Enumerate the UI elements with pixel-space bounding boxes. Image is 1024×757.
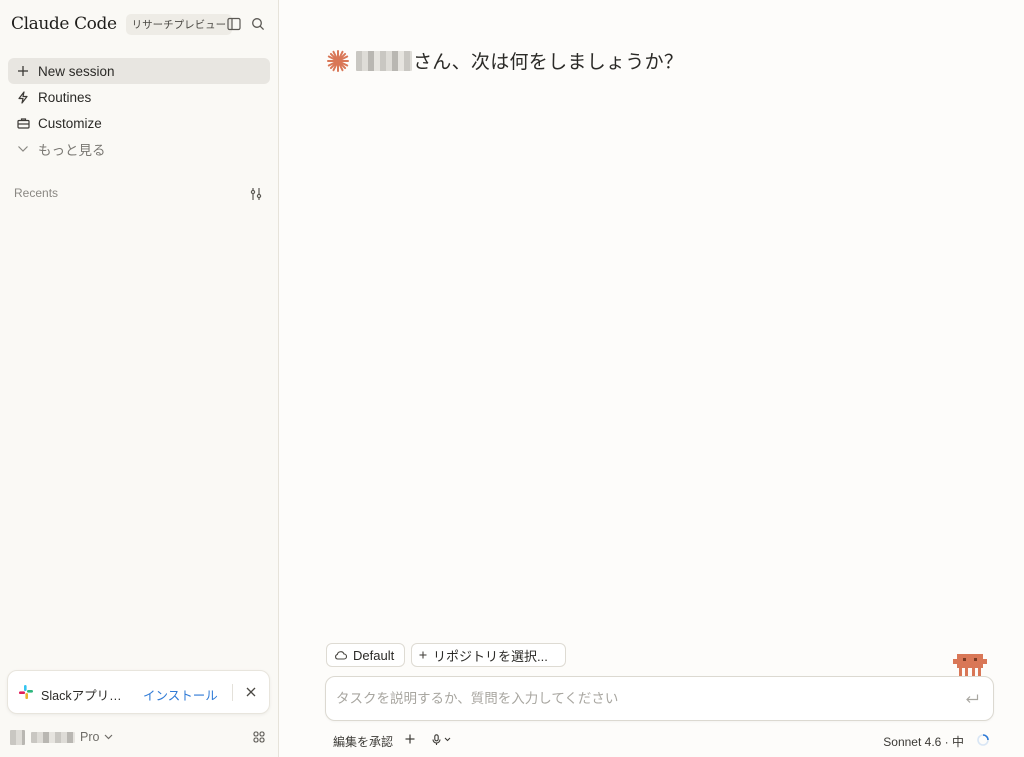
app-title: Claude Code bbox=[11, 14, 117, 34]
recents-heading: Recents bbox=[14, 186, 59, 200]
chevron-down-icon[interactable] bbox=[444, 737, 451, 742]
plus-icon bbox=[15, 63, 31, 79]
account-menu[interactable]: Pro bbox=[10, 728, 113, 746]
user-name-redacted bbox=[356, 50, 412, 71]
research-preview-badge: リサーチプレビュー bbox=[125, 13, 233, 35]
model-selector[interactable]: Sonnet 4.6 · 中 bbox=[883, 733, 964, 750]
usage-ring-icon bbox=[976, 733, 990, 747]
avatar bbox=[10, 729, 25, 745]
search-icon[interactable] bbox=[249, 15, 267, 33]
environment-label: Default bbox=[353, 647, 395, 663]
add-attachment-icon[interactable] bbox=[404, 733, 416, 745]
grid-menu-icon[interactable] bbox=[251, 729, 267, 745]
nav-label: Routines bbox=[38, 89, 92, 105]
cloud-icon bbox=[334, 650, 347, 660]
greeting-text: さん、次は何をしましょうか？ bbox=[413, 52, 684, 73]
main-area: さん、次は何をしましょうか？ Default リポジトリを選択... タスクを説… bbox=[279, 0, 1024, 757]
slack-icon bbox=[18, 684, 34, 700]
accept-edits-toggle[interactable]: 編集を承認 bbox=[333, 733, 393, 750]
enter-icon[interactable] bbox=[963, 690, 981, 708]
sidebar: Claude Code リサーチプレビュー New session Routin… bbox=[0, 0, 279, 757]
composer-toolbar: 編集を承認 Sonnet 4.6 · 中 bbox=[325, 731, 994, 749]
slack-install-link[interactable]: インストール bbox=[143, 685, 218, 704]
environment-selector[interactable]: Default bbox=[326, 643, 405, 667]
nav-label: New session bbox=[38, 63, 115, 79]
greeting: さん、次は何をしましょうか？ bbox=[326, 47, 683, 74]
close-icon[interactable] bbox=[240, 681, 262, 703]
nav-customize[interactable]: Customize bbox=[8, 110, 270, 136]
slack-install-banner: Slackアプリ… インストール bbox=[7, 670, 270, 714]
chevron-down-icon bbox=[104, 734, 113, 740]
plus-icon bbox=[419, 651, 427, 659]
user-name-redacted bbox=[31, 731, 75, 743]
lightning-icon bbox=[15, 89, 31, 105]
nav-label: もっと見る bbox=[38, 143, 106, 158]
nav-more[interactable]: もっと見る bbox=[8, 136, 270, 162]
plan-label: Pro bbox=[80, 730, 100, 744]
prompt-box bbox=[325, 676, 994, 721]
briefcase-icon bbox=[15, 115, 31, 131]
nav-label: Customize bbox=[38, 115, 102, 131]
divider bbox=[232, 684, 233, 701]
microphone-icon[interactable] bbox=[430, 733, 442, 746]
nav-new-session[interactable]: New session bbox=[8, 58, 270, 84]
slack-banner-title: Slackアプリ… bbox=[41, 689, 122, 703]
filter-icon[interactable] bbox=[247, 185, 265, 203]
nav-routines[interactable]: Routines bbox=[8, 84, 270, 110]
repository-label: リポジトリを選択... bbox=[433, 648, 548, 664]
repository-selector[interactable]: リポジトリを選択... bbox=[411, 643, 566, 667]
claude-spark-icon bbox=[327, 49, 349, 72]
claude-mascot-icon bbox=[953, 654, 987, 676]
sidebar-toggle-icon[interactable] bbox=[225, 15, 243, 33]
prompt-input[interactable] bbox=[336, 677, 936, 720]
chevron-down-icon bbox=[15, 141, 31, 157]
